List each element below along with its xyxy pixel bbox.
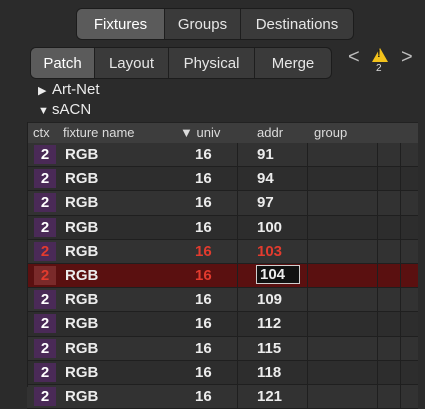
addr-input[interactable]: 104 [256,264,300,284]
tree-label: sACN [52,101,92,118]
addr-cell[interactable]: 100 [257,219,282,236]
col-header-addr[interactable]: addr [257,125,283,140]
univ-cell[interactable]: 16 [195,364,212,381]
tab-groups[interactable]: Groups [165,9,241,39]
fixture-name-cell[interactable]: RGB [65,170,98,187]
next-warning-icon[interactable]: > [401,46,413,69]
col-header-fixture-name[interactable]: fixture name [63,125,135,140]
ctx-badge: 2 [34,169,56,189]
table-row[interactable]: 2 RGB 16 121 [27,384,418,409]
fixture-name-cell[interactable]: RGB [65,194,98,211]
table-row[interactable]: 2 RGB 16 97 [27,191,418,216]
prev-warning-icon[interactable]: < [348,46,360,69]
ctx-badge: 2 [34,217,56,237]
univ-cell[interactable]: 16 [195,291,212,308]
tree-item-art-net[interactable]: ▶ Art-Net [38,81,100,98]
univ-cell[interactable]: 16 [195,194,212,211]
fixture-name-cell[interactable]: RGB [65,267,98,284]
tree-label: Art-Net [52,81,100,98]
ctx-badge: 2 [34,362,56,382]
ctx-badge: 2 [34,265,56,285]
tab-patch[interactable]: Patch [31,48,95,78]
table-row[interactable]: 2 RGB 16 94 [27,167,418,192]
univ-cell[interactable]: 16 [195,388,212,405]
fixture-table: 2 RGB 16 91 2 RGB 16 94 2 RGB 16 97 2 RGB 16 100 2 RGB 16 1… [27,143,418,409]
fixture-name-cell[interactable]: RGB [65,291,98,308]
ctx-badge: 2 [34,241,56,261]
tree-item-sacn[interactable]: ▼ sACN [38,101,91,118]
tab-merge[interactable]: Merge [255,48,331,78]
table-row[interactable]: 2 RGB 16 109 [27,288,418,313]
disclosure-expanded-icon[interactable]: ▼ [38,105,52,117]
tab-physical[interactable]: Physical [169,48,255,78]
ctx-badge: 2 [34,290,56,310]
ctx-badge: 2 [34,145,56,164]
univ-cell[interactable]: 16 [195,170,212,187]
fixture-name-cell[interactable]: RGB [65,146,98,163]
table-row[interactable]: 2 RGB 16 100 [27,215,418,240]
tab-destinations[interactable]: Destinations [241,9,353,39]
addr-cell[interactable]: 103 [257,243,282,260]
ctx-badge: 2 [34,386,56,406]
table-row[interactable]: 2 RGB 16 91 [27,143,418,168]
disclosure-collapsed-icon[interactable]: ▶ [38,84,52,97]
fixture-name-cell[interactable]: RGB [65,243,98,260]
addr-cell[interactable]: 94 [257,170,274,187]
col-header-group[interactable]: group [314,125,347,140]
addr-cell[interactable]: 109 [257,291,282,308]
addr-cell[interactable]: 121 [257,388,282,405]
fixture-name-cell[interactable]: RGB [65,364,98,381]
fixture-name-cell[interactable]: RGB [65,340,98,357]
main-tab-bar: Fixtures Groups Destinations [76,8,354,40]
univ-cell[interactable]: 16 [195,146,212,163]
addr-cell[interactable]: 97 [257,194,274,211]
addr-cell[interactable]: 91 [257,146,274,163]
table-row[interactable]: 2 RGB 16 104 [27,263,418,289]
table-header: ctx fixture name ▼ univ addr group [27,122,418,144]
ctx-badge: 2 [34,314,56,334]
table-left-border [27,122,28,387]
fixture-name-cell[interactable]: RGB [65,388,98,405]
warning-count: 2 [376,63,382,74]
sub-tab-bar: Patch Layout Physical Merge [30,47,332,79]
col-header-univ[interactable]: ▼ univ [180,125,220,140]
univ-cell[interactable]: 16 [195,267,212,284]
fixture-name-cell[interactable]: RGB [65,315,98,332]
warning-indicator[interactable]: ! 2 [371,46,389,76]
ctx-badge: 2 [34,338,56,358]
tab-fixtures[interactable]: Fixtures [77,9,165,39]
addr-cell[interactable]: 118 [257,364,281,381]
warning-symbol: ! [377,48,381,60]
tab-layout[interactable]: Layout [95,48,169,78]
univ-cell[interactable]: 16 [195,340,212,357]
univ-cell[interactable]: 16 [195,219,212,236]
table-row[interactable]: 2 RGB 16 118 [27,360,418,385]
addr-cell[interactable]: 112 [257,315,281,332]
col-header-ctx[interactable]: ctx [33,125,50,140]
fixture-name-cell[interactable]: RGB [65,219,98,236]
addr-cell[interactable]: 115 [257,340,281,357]
table-row[interactable]: 2 RGB 16 115 [27,336,418,361]
ctx-badge: 2 [34,193,56,213]
table-row[interactable]: 2 RGB 16 103 [27,239,418,264]
univ-cell[interactable]: 16 [195,315,212,332]
univ-cell[interactable]: 16 [195,243,212,260]
table-row[interactable]: 2 RGB 16 112 [27,312,418,337]
